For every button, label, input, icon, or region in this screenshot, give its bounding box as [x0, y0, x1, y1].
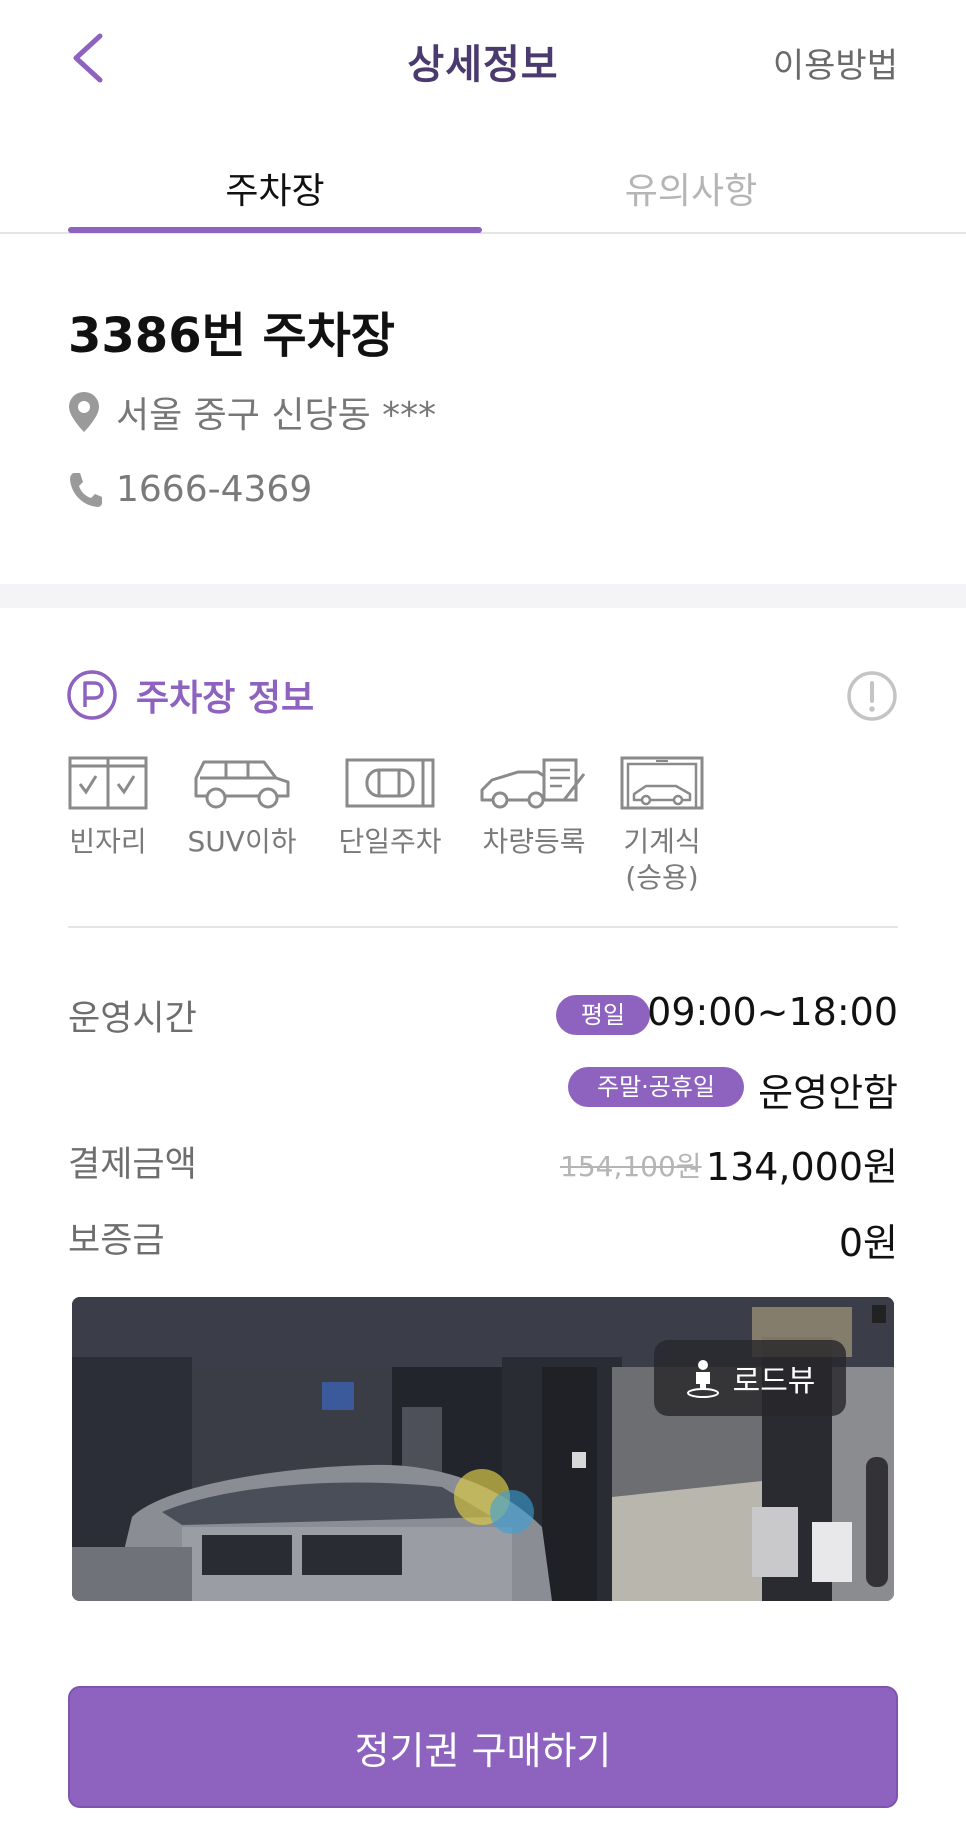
parking-info-header: 주차장 정보: [66, 668, 314, 722]
feature-item: 차량등록: [476, 756, 592, 860]
weekend-hours: 운영안함: [758, 1071, 898, 1115]
price-label: 결제금액: [68, 1145, 197, 1185]
tab-notice[interactable]: 유의사항: [484, 162, 898, 214]
phone-icon: [70, 473, 102, 507]
original-price: 154,100원: [560, 1150, 702, 1183]
feature-item: 빈자리: [66, 756, 150, 860]
roadview-button[interactable]: 로드뷰: [654, 1340, 846, 1416]
tab-bar: 주차장 유의사항: [0, 140, 966, 234]
section-title: 주차장 정보: [136, 678, 315, 719]
empty-spot-icon: [68, 756, 148, 810]
parking-lot-name: 3386번 주차장: [68, 308, 395, 364]
weekday-hours: 09:00~18:00: [647, 990, 898, 1034]
tab-parking[interactable]: 주차장: [68, 162, 482, 214]
mechanical-parking-icon: [620, 756, 704, 810]
roadview-label: 로드뷰: [732, 1364, 816, 1399]
feature-label: SUV이하: [187, 825, 297, 858]
pegman-icon: [686, 1360, 719, 1398]
feature-divider: [68, 926, 898, 928]
feature-label: 기계식 (승용): [623, 825, 701, 894]
feature-label: 차량등록: [482, 825, 586, 858]
suv-icon: [194, 760, 290, 809]
top-bar: 상세정보 이용방법: [0, 0, 966, 120]
weekday-badge: 평일: [556, 995, 650, 1035]
feature-item: 단일주차: [334, 756, 446, 860]
price-value: 134,000원: [705, 1145, 898, 1189]
feature-item: 기계식 (승용): [614, 756, 710, 896]
address-text: 서울 중구 신당동 ***: [116, 395, 437, 436]
location-pin-icon: [69, 392, 99, 432]
feature-label: 빈자리: [69, 825, 147, 858]
exclamation-circle-icon[interactable]: [846, 670, 898, 722]
single-parking-icon: [345, 758, 435, 808]
parking-circle-icon: [67, 670, 117, 720]
deposit-value: 0원: [838, 1221, 898, 1265]
section-divider: [0, 584, 966, 608]
weekend-badge: 주말·공휴일: [568, 1067, 744, 1107]
car-registration-icon: [480, 758, 586, 809]
active-tab-indicator: [68, 227, 482, 233]
phone-number[interactable]: 1666-4369: [116, 469, 312, 510]
feature-item: SUV이하: [182, 756, 302, 860]
hours-label: 운영시간: [68, 999, 197, 1039]
phone-row[interactable]: 1666-4369: [66, 465, 312, 513]
address-row: 서울 중구 신당동 ***: [66, 388, 436, 436]
how-to-use-link[interactable]: 이용방법: [773, 38, 898, 87]
deposit-label: 보증금: [68, 1221, 165, 1261]
buy-pass-button[interactable]: 정기권 구매하기: [68, 1686, 898, 1808]
feature-label: 단일주차: [338, 825, 442, 858]
